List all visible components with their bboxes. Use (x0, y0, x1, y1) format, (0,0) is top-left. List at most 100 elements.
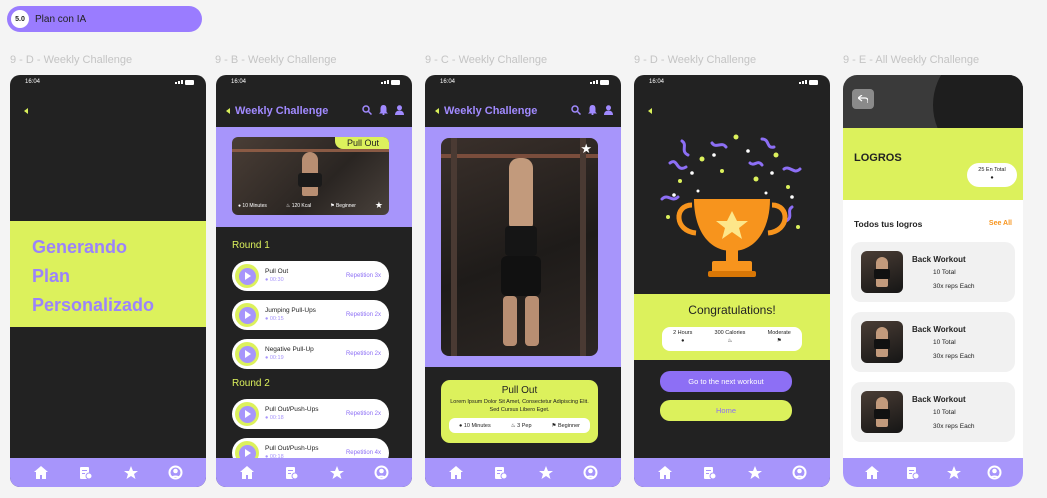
dot-icon: ● (990, 175, 994, 181)
back-icon[interactable] (648, 108, 652, 114)
back-button[interactable] (852, 89, 874, 109)
badge-number: 5.0 (11, 10, 29, 28)
photo-band: ★ (425, 127, 621, 367)
generating-line: Generando (32, 237, 128, 257)
achievement-card[interactable]: Back Workout 10 Total 30x reps Each (851, 312, 1015, 372)
back-icon[interactable] (435, 108, 439, 114)
achievement-card[interactable]: Back Workout 10 Total 30x reps Each (851, 242, 1015, 302)
star-icon[interactable] (538, 465, 554, 481)
play-icon[interactable] (235, 303, 259, 327)
page-title: LOGROS (854, 152, 902, 164)
hero-tag: Pull Out (334, 137, 389, 149)
congrats-band: Congratulations! 2 Hours ● 300 Calories ♨ … (634, 294, 830, 360)
next-workout-button[interactable]: Go to the next workout (660, 371, 792, 392)
support-icon[interactable] (583, 465, 599, 481)
total-label: 25 En Total (978, 167, 1006, 173)
play-icon[interactable] (235, 264, 259, 288)
workout-plan-icon[interactable] (702, 465, 718, 481)
support-icon[interactable] (374, 465, 390, 481)
support-icon[interactable] (792, 465, 808, 481)
section-title: Todos tus logros (854, 219, 923, 229)
athlete-figure (525, 296, 539, 346)
round-list: Pull Out ● 00:30 Repetition 3x Jumping Pull… (232, 261, 389, 378)
workout-plan-icon[interactable] (493, 465, 509, 481)
status-icons (799, 79, 818, 85)
athlete-figure (503, 296, 517, 346)
home-icon[interactable] (657, 465, 673, 481)
play-icon[interactable] (235, 402, 259, 426)
phone-generating-plan: 16:04 Generando Plan Personalizado (10, 75, 206, 487)
frame-label: 9 - B - Weekly Challenge (215, 54, 337, 66)
athlete-figure (298, 173, 322, 187)
exercise-duration: ● 00:18 (265, 415, 284, 421)
status-icons (381, 79, 400, 85)
search-icon[interactable] (571, 102, 582, 120)
achievement-reps: 30x reps Each (933, 283, 975, 290)
play-icon[interactable] (235, 342, 259, 366)
exercise-duration: ● 00:19 (265, 355, 284, 361)
exercise-row[interactable]: Jumping Pull-Ups ● 00:15 Repetition 2x (232, 300, 389, 330)
home-icon[interactable] (239, 465, 255, 481)
total-badge: 25 En Total ● (967, 163, 1017, 187)
exercise-repetition: Repetition 2x (345, 312, 381, 318)
bell-icon[interactable] (588, 102, 597, 120)
exercise-duration: ● 00:15 (265, 316, 284, 322)
star-icon[interactable]: ★ (580, 141, 592, 157)
search-icon[interactable] (362, 102, 373, 120)
back-icon[interactable] (226, 108, 230, 114)
hero-card[interactable]: Pull Out ● 10 Minutes ♨ 120 Kcal ⚑ Begin… (232, 137, 389, 215)
frame-label: 9 - D - Weekly Challenge (10, 54, 133, 66)
athlete-figure (505, 226, 537, 256)
star-icon[interactable] (123, 465, 139, 481)
exercise-row[interactable]: Pull Out ● 00:30 Repetition 3x (232, 261, 389, 291)
frame-label: 9 - C - Weekly Challenge (425, 54, 548, 66)
exercise-row[interactable]: Pull Out/Push-Ups ● 00:18 Repetition 2x (232, 399, 389, 429)
achievement-name: Back Workout (912, 395, 966, 404)
badge-title: Plan con IA (35, 13, 87, 25)
user-icon[interactable] (604, 102, 613, 120)
workout-plan-icon[interactable] (78, 465, 94, 481)
workout-plan-icon[interactable] (905, 465, 921, 481)
page-title: Weekly Challenge (444, 105, 538, 117)
star-icon[interactable] (329, 465, 345, 481)
star-icon[interactable]: ★ (375, 200, 383, 211)
workout-plan-icon[interactable] (284, 465, 300, 481)
home-button[interactable]: Home (660, 400, 792, 421)
header: Weekly Challenge (226, 103, 404, 119)
support-icon[interactable] (987, 465, 1003, 481)
bottom-nav (10, 458, 206, 487)
exercise-row[interactable]: Negative Pull-Up ● 00:19 Repetition 2x (232, 339, 389, 369)
plan-badge[interactable]: 5.0 Plan con IA (7, 6, 202, 32)
back-icon[interactable] (24, 108, 28, 114)
stat-time: ● 10 Minutes (238, 202, 267, 209)
status-icons (590, 79, 609, 85)
achievement-card[interactable]: Back Workout 10 Total 30x reps Each (851, 382, 1015, 442)
phone-exercise-detail: 16:04 Weekly Challenge ★ Pull Out Lorem … (425, 75, 621, 487)
return-icon (858, 95, 868, 103)
phone-achievements: LOGROS 25 En Total ● Todos tus logros Se… (843, 75, 1023, 487)
home-icon[interactable] (448, 465, 464, 481)
status-icons (175, 79, 194, 85)
exercise-title: Pull Out (501, 385, 538, 396)
generating-line: Plan (32, 266, 71, 286)
see-all-link[interactable]: See All (989, 220, 1012, 227)
achievement-count: 10 Total (933, 409, 956, 416)
status-bar: 16:04 (231, 78, 400, 86)
star-icon[interactable] (747, 465, 763, 481)
achievement-thumbnail (861, 321, 903, 363)
generating-line: Personalizado (32, 295, 155, 315)
bell-icon[interactable] (379, 102, 388, 120)
exercise-name: Pull Out (265, 268, 289, 275)
stat-level: ⚑ Beginner (551, 422, 580, 429)
star-icon[interactable] (946, 465, 962, 481)
status-time: 16:04 (231, 79, 247, 85)
user-icon[interactable] (395, 102, 404, 120)
exercise-description: Lorem Ipsum Dolor Sit Amet, Consectetur … (450, 399, 589, 413)
achievements-panel: Todos tus logros See All Back Workout 10 … (843, 205, 1023, 458)
home-icon[interactable] (864, 465, 880, 481)
trophy-illustration (660, 134, 802, 277)
support-icon[interactable] (168, 465, 184, 481)
generating-banner: Generando Plan Personalizado (10, 221, 206, 327)
home-icon[interactable] (33, 465, 49, 481)
achievement-count: 10 Total (933, 269, 956, 276)
